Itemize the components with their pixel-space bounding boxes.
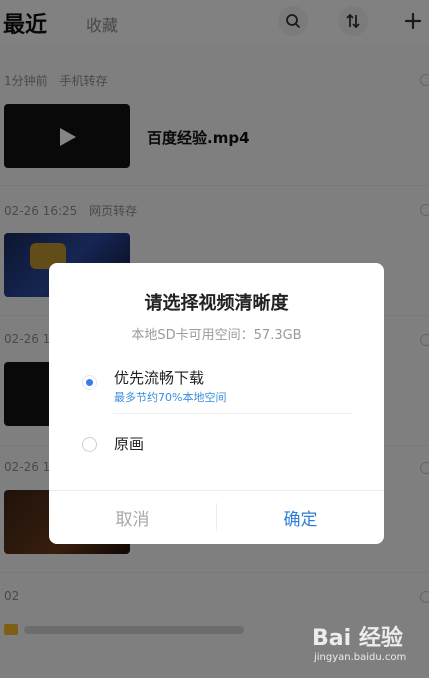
cancel-button[interactable]: 取消: [49, 491, 216, 544]
option-label: 原画: [114, 435, 145, 453]
dialog-title: 请选择视频清晰度: [144, 293, 289, 314]
watermark-logo: Bai 经验: [312, 626, 403, 651]
storage-info: 本地SD卡可用空间：57.3GB: [131, 328, 302, 343]
confirm-button[interactable]: 确定: [217, 491, 384, 544]
option-original[interactable]: 原画: [49, 427, 384, 487]
option-divider: [113, 413, 353, 414]
option-smooth[interactable]: 优先流畅下载 最多节约70%本地空间: [49, 361, 384, 421]
option-sublabel: 最多节约70%本地空间: [114, 391, 227, 404]
radio-unselected-icon[interactable]: [82, 437, 97, 452]
watermark-url: jingyan.baidu.com: [314, 652, 407, 663]
watermark: Bai 经验 jingyan.baidu.com: [312, 620, 406, 663]
resolution-dialog: 请选择视频清晰度 本地SD卡可用空间：57.3GB 优先流畅下载 最多节约70%…: [49, 263, 384, 544]
option-label: 优先流畅下载: [114, 369, 205, 387]
radio-selected-icon[interactable]: [82, 375, 97, 390]
